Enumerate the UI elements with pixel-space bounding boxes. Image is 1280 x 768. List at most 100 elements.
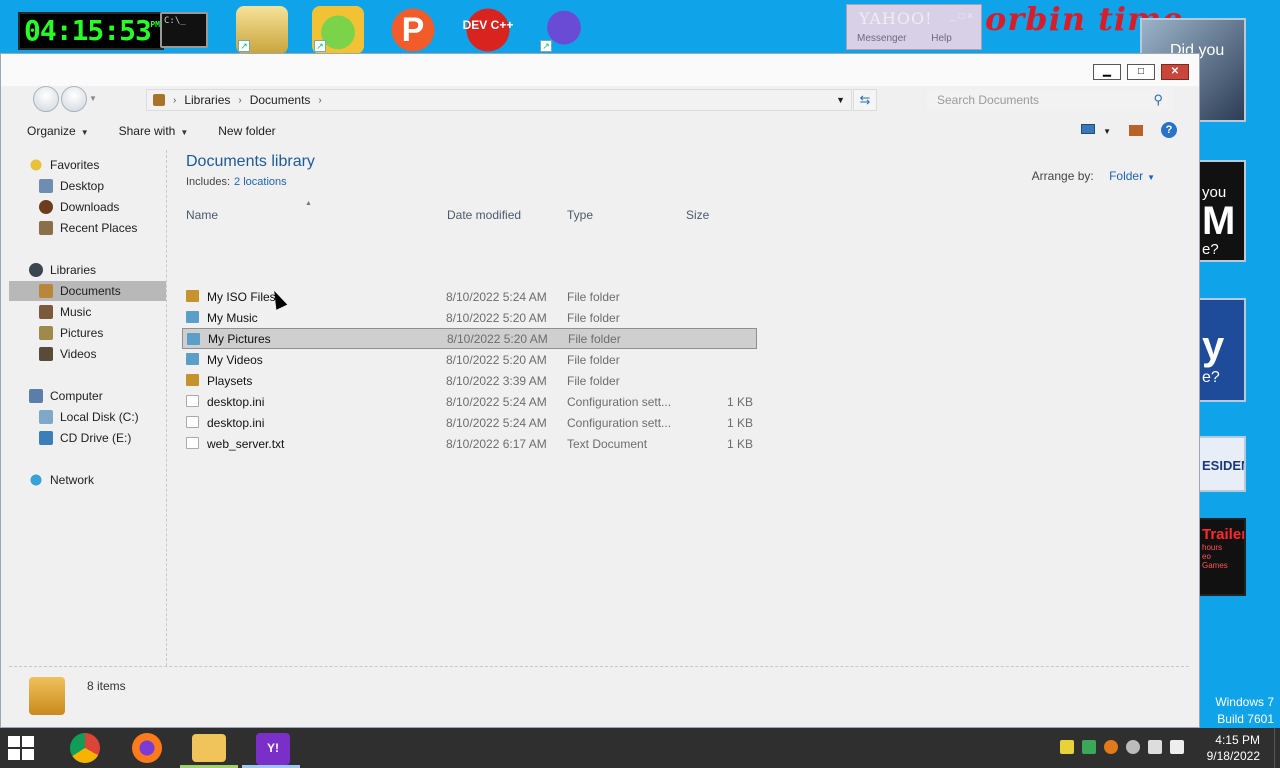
- dev-cpp-icon[interactable]: DEV C++: [462, 6, 514, 54]
- tray-network-share-icon[interactable]: [1082, 740, 1096, 754]
- includes-locations-link[interactable]: 2 locations: [234, 176, 287, 188]
- tray-status-icon[interactable]: [1126, 740, 1140, 754]
- windows-build-watermark: Windows 7 Build 7601: [1215, 694, 1274, 728]
- breadcrumb-libraries[interactable]: Libraries: [184, 93, 230, 107]
- search-input[interactable]: Search Documents ⚲: [927, 89, 1173, 111]
- table-row[interactable]: My ISO Files 8/10/2022 5:24 AM File fold…: [182, 286, 757, 307]
- start-button[interactable]: [8, 736, 34, 760]
- recent-places-icon: [39, 221, 53, 235]
- shortcut-arrow-icon: ↗: [238, 40, 250, 52]
- table-row[interactable]: web_server.txt 8/10/2022 6:17 AM Text Do…: [182, 433, 757, 454]
- breadcrumb-separator-icon[interactable]: ›: [173, 95, 176, 106]
- address-bar[interactable]: › Libraries › Documents › ▼: [146, 89, 852, 111]
- recent-pages-dropdown-icon[interactable]: ▼: [89, 94, 97, 103]
- breadcrumb-separator-icon[interactable]: ›: [238, 95, 241, 106]
- forward-button[interactable]: [61, 86, 87, 112]
- library-app-icon[interactable]: ↗: [236, 6, 288, 54]
- refresh-button[interactable]: ⇆: [853, 89, 877, 111]
- sidebar-item-downloads[interactable]: Downloads: [39, 197, 119, 217]
- volume-icon[interactable]: [1170, 740, 1184, 754]
- tray-search-icon[interactable]: [1104, 740, 1118, 754]
- organize-button[interactable]: Organize ▼: [27, 124, 89, 138]
- windows-logo-icon: [8, 749, 20, 760]
- file-name: My Videos: [207, 352, 263, 367]
- preview-pane-icon[interactable]: [1129, 124, 1143, 136]
- table-row[interactable]: My Music 8/10/2022 5:20 AM File folder: [182, 307, 757, 328]
- title-bar[interactable]: ▁ □ ✕: [1, 54, 1199, 86]
- yahoo-window-buttons[interactable]: _ □ ×: [950, 11, 973, 22]
- table-row[interactable]: desktop.ini 8/10/2022 5:24 AM Configurat…: [182, 391, 757, 412]
- column-header-size[interactable]: Size: [686, 208, 709, 222]
- p-app-icon[interactable]: P: [387, 6, 439, 54]
- chevron-down-icon[interactable]: ▼: [1103, 127, 1111, 136]
- windows-logo-icon: [8, 736, 20, 747]
- table-row[interactable]: My Videos 8/10/2022 5:20 AM File folder: [182, 349, 757, 370]
- music-folder-icon: [186, 311, 199, 323]
- search-icon[interactable]: ⚲: [1153, 92, 1163, 108]
- sidebar-item-local-disk[interactable]: Local Disk (C:): [39, 407, 139, 427]
- sidebar-item-cd-drive[interactable]: CD Drive (E:): [39, 428, 131, 448]
- yahoo-messenger-taskbar-icon[interactable]: Y!: [256, 733, 290, 765]
- sidebar-item-recent-places[interactable]: Recent Places: [39, 218, 137, 238]
- sidebar-item-music[interactable]: Music: [39, 302, 91, 322]
- table-row[interactable]: desktop.ini 8/10/2022 5:24 AM Configurat…: [182, 412, 757, 433]
- file-name: My ISO Files: [207, 289, 276, 304]
- os-label: Windows 7: [1215, 695, 1274, 709]
- sidebar-item-videos[interactable]: Videos: [39, 344, 96, 364]
- explorer-taskbar-icon[interactable]: [192, 734, 226, 762]
- table-row-selected[interactable]: My Pictures 8/10/2022 5:20 AM File folde…: [182, 328, 757, 349]
- ad-2-big: M: [1202, 199, 1236, 243]
- file-name: My Pictures: [208, 331, 271, 346]
- system-tray: [1060, 740, 1184, 754]
- new-folder-button[interactable]: New folder: [218, 124, 275, 138]
- tray-note-icon[interactable]: [1060, 740, 1074, 754]
- close-button[interactable]: ✕: [1161, 64, 1189, 80]
- sidebar-item-desktop[interactable]: Desktop: [39, 176, 104, 196]
- desktop-icon: [39, 179, 53, 193]
- maximize-button[interactable]: □: [1127, 64, 1155, 80]
- file-type: File folder: [567, 289, 620, 304]
- sidebar-item-pictures[interactable]: Pictures: [39, 323, 103, 343]
- table-row[interactable]: Playsets 8/10/2022 3:39 AM File folder: [182, 370, 757, 391]
- explorer-window[interactable]: ▁ □ ✕ ▼ › Libraries › Documents › ▼ ⇆ Se…: [0, 53, 1200, 728]
- sidebar-item-documents[interactable]: Documents: [9, 281, 166, 301]
- firefox-taskbar-icon[interactable]: [132, 733, 162, 763]
- taskbar-clock[interactable]: 4:15 PM 9/18/2022: [1207, 732, 1260, 764]
- sidebar-item-label: Recent Places: [60, 221, 138, 235]
- breadcrumb-documents[interactable]: Documents: [250, 93, 311, 107]
- file-date: 8/10/2022 5:24 AM: [446, 394, 547, 409]
- column-header-date[interactable]: Date modified: [447, 208, 521, 222]
- yahoo-menu-help[interactable]: Help: [931, 33, 952, 44]
- help-icon[interactable]: ?: [1161, 122, 1177, 138]
- share-with-label: Share with: [118, 124, 176, 138]
- breadcrumb-separator-icon[interactable]: ›: [318, 95, 321, 106]
- bird-app-icon[interactable]: ↗: [538, 6, 590, 54]
- minimize-button[interactable]: ▁: [1093, 64, 1121, 80]
- column-header-name[interactable]: Name: [186, 208, 218, 222]
- command-prompt-icon[interactable]: C:\_: [160, 12, 208, 48]
- text-file-icon: [186, 437, 199, 449]
- change-view-button[interactable]: ▼: [1081, 123, 1111, 137]
- column-header-type[interactable]: Type: [567, 208, 593, 222]
- back-button[interactable]: [33, 86, 59, 112]
- show-desktop-button[interactable]: [1274, 728, 1280, 768]
- file-type: File folder: [568, 331, 621, 346]
- file-list-area[interactable]: Documents library Includes: 2 locations A…: [167, 150, 1189, 666]
- chrome-taskbar-icon[interactable]: [70, 733, 100, 763]
- sidebar-libraries[interactable]: Libraries: [29, 260, 96, 280]
- sidebar-computer[interactable]: Computer: [29, 386, 103, 406]
- pig-game-icon[interactable]: ↗: [312, 6, 364, 54]
- sidebar-network[interactable]: Network: [29, 470, 94, 490]
- sidebar-favorites[interactable]: Favorites: [29, 155, 99, 175]
- share-with-button[interactable]: Share with ▼: [119, 124, 189, 138]
- yahoo-messenger-window[interactable]: YAHOO! _ □ × Messenger Help: [846, 4, 982, 50]
- address-dropdown-icon[interactable]: ▼: [836, 95, 845, 105]
- yahoo-menu-messenger[interactable]: Messenger: [857, 33, 906, 44]
- ad-2-line3: e?: [1202, 241, 1219, 258]
- tray-flag-icon[interactable]: [1148, 740, 1162, 754]
- clock-widget-time: 04:15:53: [24, 14, 152, 47]
- sidebar-libraries-label: Libraries: [50, 263, 97, 277]
- sidebar-favorites-label: Favorites: [50, 158, 100, 172]
- arrange-by-dropdown[interactable]: Folder ▼: [1109, 169, 1155, 183]
- file-date: 8/10/2022 3:39 AM: [446, 373, 547, 388]
